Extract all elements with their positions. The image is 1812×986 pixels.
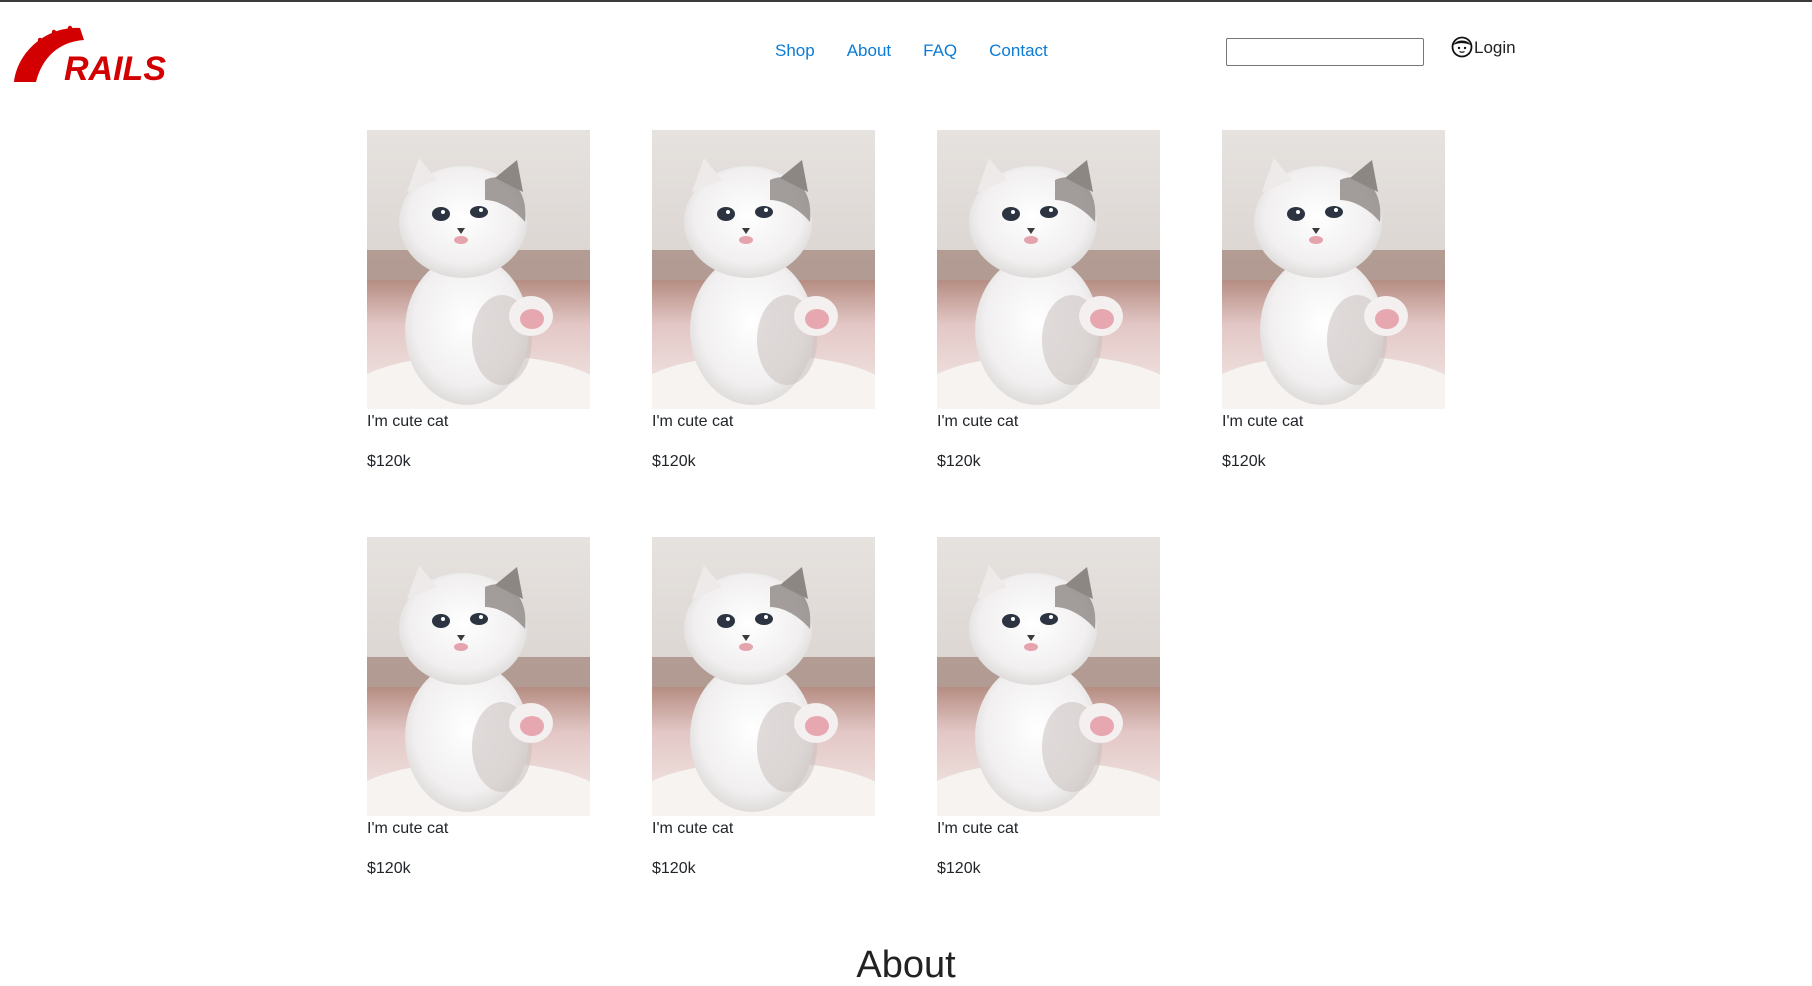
- product-price: $120k: [367, 860, 411, 877]
- product-grid: I'm cute cat $120k I'm cute cat $120k I'…: [367, 130, 1447, 944]
- nav-contact[interactable]: Contact: [989, 40, 1048, 62]
- rails-logo[interactable]: RAILS: [8, 20, 176, 88]
- product-card[interactable]: I'm cute cat $120k: [367, 130, 590, 537]
- product-price: $120k: [937, 860, 981, 877]
- nav-shop[interactable]: Shop: [775, 40, 815, 62]
- cat-image[interactable]: [1222, 130, 1445, 409]
- product-title: I'm cute cat: [652, 820, 734, 837]
- cat-image[interactable]: [937, 130, 1160, 409]
- cat-image[interactable]: [367, 130, 590, 409]
- main-nav: Shop About FAQ Contact: [775, 40, 1080, 62]
- product-price: $120k: [652, 453, 696, 470]
- user-face-icon: [1451, 36, 1473, 58]
- product-card[interactable]: I'm cute cat $120k: [652, 537, 875, 944]
- product-title: I'm cute cat: [367, 820, 449, 837]
- cat-image[interactable]: [652, 130, 875, 409]
- login-label: Login: [1474, 38, 1516, 57]
- product-card[interactable]: I'm cute cat $120k: [937, 537, 1160, 944]
- product-title: I'm cute cat: [937, 820, 1019, 837]
- nav-faq[interactable]: FAQ: [923, 40, 957, 62]
- product-price: $120k: [937, 453, 981, 470]
- login-link[interactable]: Login: [1451, 36, 1516, 58]
- product-title: I'm cute cat: [937, 413, 1019, 430]
- nav-about[interactable]: About: [847, 40, 891, 62]
- product-title: I'm cute cat: [367, 413, 449, 430]
- about-heading: About: [856, 944, 956, 986]
- product-title: I'm cute cat: [1222, 413, 1304, 430]
- cat-image[interactable]: [937, 537, 1160, 816]
- site-header: RAILS Shop About FAQ Contact Login: [0, 2, 1812, 102]
- rails-logo-text: RAILS: [64, 50, 166, 84]
- search-input[interactable]: [1226, 38, 1424, 66]
- product-price: $120k: [1222, 453, 1266, 470]
- product-title: I'm cute cat: [652, 413, 734, 430]
- cat-image[interactable]: [652, 537, 875, 816]
- product-card[interactable]: I'm cute cat $120k: [937, 130, 1160, 537]
- product-card[interactable]: I'm cute cat $120k: [652, 130, 875, 537]
- product-price: $120k: [367, 453, 411, 470]
- cat-image[interactable]: [367, 537, 590, 816]
- product-card[interactable]: I'm cute cat $120k: [1222, 130, 1445, 537]
- product-card[interactable]: I'm cute cat $120k: [367, 537, 590, 944]
- product-price: $120k: [652, 860, 696, 877]
